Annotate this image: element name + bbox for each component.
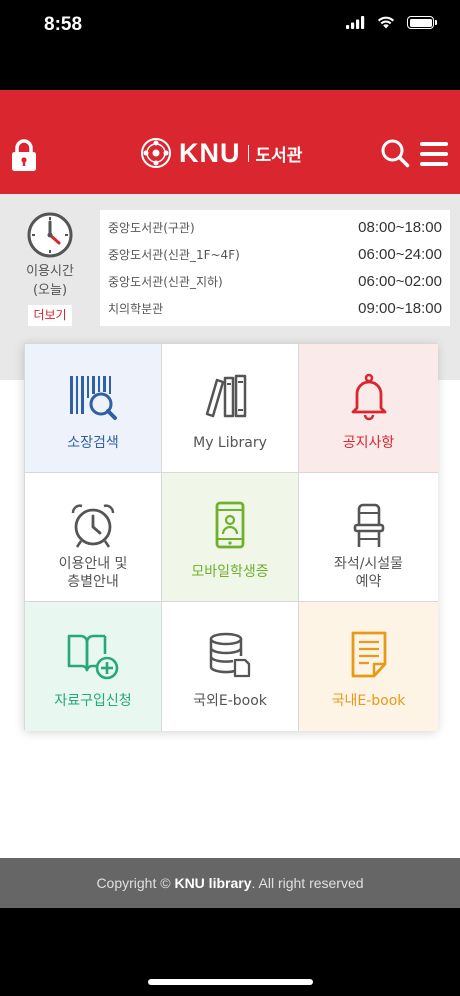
menu-label: 공지사항 bbox=[342, 435, 395, 451]
menu-label: 국내E-book bbox=[331, 693, 406, 709]
signal-icon bbox=[346, 16, 365, 29]
status-bar: 8:58 bbox=[0, 0, 460, 90]
menu-icon[interactable] bbox=[420, 142, 448, 166]
hours-time: 08:00~18:00 bbox=[358, 219, 442, 236]
hours-time: 06:00~02:00 bbox=[358, 273, 442, 290]
hours-table: 중앙도서관(구관) 08:00~18:00 중앙도서관(신관_1F~4F) 06… bbox=[100, 210, 450, 326]
menu-tile-purchase-request[interactable]: 자료구입신청 bbox=[25, 602, 162, 731]
menu-grid: 소장검색 My Library 공지사항 이용안내 및 층별안내 모바일학생증 … bbox=[24, 343, 438, 731]
menu-tile-collection-search[interactable]: 소장검색 bbox=[25, 344, 162, 473]
menu-tile-mobile-id[interactable]: 모바일학생증 bbox=[162, 473, 299, 602]
search-icon[interactable] bbox=[380, 138, 410, 168]
barcode-search-icon bbox=[70, 376, 117, 420]
brand-subtitle: 도서관 bbox=[255, 145, 303, 166]
hours-time: 06:00~24:00 bbox=[358, 246, 442, 263]
hours-row: 중앙도서관(신관_지하) 06:00~02:00 bbox=[108, 268, 442, 295]
brand-divider bbox=[247, 144, 249, 162]
more-button[interactable]: 더보기 bbox=[28, 305, 72, 326]
bell-icon bbox=[351, 373, 386, 421]
clock-icon bbox=[22, 210, 78, 264]
menu-label: 이용안내 및 층별안내 bbox=[25, 555, 161, 591]
menu-tile-seat-reservation[interactable]: 좌석/시설물 예약 bbox=[299, 473, 438, 602]
menu-tile-my-library[interactable]: My Library bbox=[162, 344, 299, 473]
hours-label: 이용시간 (오늘) bbox=[14, 262, 86, 300]
bottom-safe-area bbox=[0, 908, 460, 996]
menu-tile-guide[interactable]: 이용안내 및 층별안내 bbox=[25, 473, 162, 602]
wifi-icon bbox=[377, 16, 395, 29]
hours-row: 치의학분관 09:00~18:00 bbox=[108, 295, 442, 322]
footer-prefix: Copyright © bbox=[96, 875, 175, 891]
menu-label-line1: 이용안내 및 bbox=[58, 556, 128, 572]
chair-icon bbox=[353, 503, 384, 547]
battery-icon bbox=[407, 16, 437, 29]
hours-label-line2: (오늘) bbox=[32, 283, 68, 298]
menu-label: 자료구입신청 bbox=[54, 693, 132, 709]
status-time: 8:58 bbox=[44, 14, 83, 35]
document-icon bbox=[351, 631, 386, 678]
university-seal-icon bbox=[141, 138, 171, 168]
footer-brand: KNU library bbox=[174, 875, 252, 891]
menu-label-line2: 층별안내 bbox=[67, 574, 119, 590]
hours-row: 중앙도서관(신관_1F~4F) 06:00~24:00 bbox=[108, 241, 442, 268]
menu-tile-foreign-ebook[interactable]: 국외E-book bbox=[162, 602, 299, 731]
hours-time: 09:00~18:00 bbox=[358, 300, 442, 317]
footer-suffix: . All right reserved bbox=[251, 875, 364, 891]
hours-row: 중앙도서관(구관) 08:00~18:00 bbox=[108, 214, 442, 241]
brand-logo: KNU 도서관 bbox=[140, 135, 302, 171]
footer: Copyright © KNU library. All right reser… bbox=[0, 858, 460, 908]
menu-label: My Library bbox=[193, 435, 267, 451]
app-header: KNU 도서관 bbox=[0, 90, 460, 194]
menu-label-line1: 좌석/시설물 bbox=[333, 556, 404, 572]
hours-location: 중앙도서관(신관_지하) bbox=[108, 275, 223, 289]
hours-location: 중앙도서관(구관) bbox=[108, 221, 195, 235]
hours-location: 중앙도서관(신관_1F~4F) bbox=[108, 248, 240, 262]
menu-tile-notice[interactable]: 공지사항 bbox=[299, 344, 438, 473]
main-content: 이용시간 (오늘) 더보기 중앙도서관(구관) 08:00~18:00 중앙도서… bbox=[0, 194, 460, 858]
menu-label: 좌석/시설물 예약 bbox=[299, 555, 438, 591]
menu-label: 소장검색 bbox=[67, 435, 119, 451]
mobile-id-icon bbox=[215, 501, 245, 549]
menu-label: 모바일학생증 bbox=[191, 564, 269, 580]
database-icon bbox=[209, 632, 251, 678]
home-indicator[interactable] bbox=[148, 979, 313, 985]
lock-icon[interactable] bbox=[10, 138, 38, 172]
alarm-clock-icon bbox=[71, 504, 115, 548]
hours-label-line1: 이용시간 bbox=[26, 264, 74, 279]
hours-location: 치의학분관 bbox=[108, 302, 164, 316]
books-icon bbox=[205, 374, 247, 418]
book-add-icon bbox=[67, 634, 119, 680]
menu-label-line2: 예약 bbox=[355, 574, 382, 590]
status-icons bbox=[346, 16, 437, 29]
brand-name: KNU bbox=[179, 137, 241, 168]
menu-tile-domestic-ebook[interactable]: 국내E-book bbox=[299, 602, 438, 731]
menu-label: 국외E-book bbox=[193, 693, 267, 709]
